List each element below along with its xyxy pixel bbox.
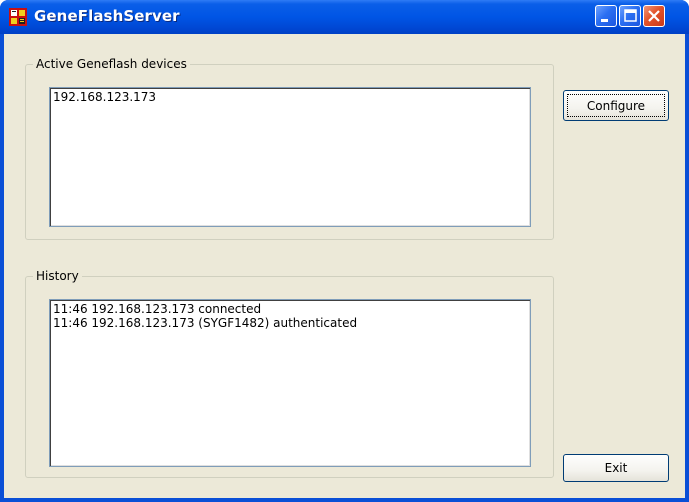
list-item[interactable]: 11:46 192.168.123.173 (SYGF1482) authent… — [53, 316, 527, 330]
close-button[interactable] — [643, 5, 665, 27]
maximize-icon — [624, 9, 637, 22]
app-icon — [9, 8, 27, 26]
active-devices-legend: Active Geneflash devices — [33, 57, 190, 71]
list-item[interactable]: 11:46 192.168.123.173 connected — [53, 302, 527, 316]
window-title: GeneFlashServer — [34, 7, 180, 25]
history-list[interactable]: 11:46 192.168.123.173 connected 11:46 19… — [49, 299, 531, 467]
configure-button-label: Configure — [567, 94, 665, 117]
minimize-button[interactable] — [595, 5, 617, 27]
configure-button[interactable]: Configure — [563, 90, 669, 121]
maximize-button[interactable] — [619, 5, 641, 27]
active-devices-group: Active Geneflash devices 192.168.123.173 — [25, 57, 554, 240]
list-item[interactable]: 192.168.123.173 — [53, 90, 527, 104]
minimize-icon — [601, 19, 608, 22]
close-icon — [648, 10, 660, 22]
main-window: GeneFlashServer Active Geneflash devices… — [0, 0, 689, 502]
client-area: Active Geneflash devices 192.168.123.173… — [4, 34, 685, 498]
active-devices-list[interactable]: 192.168.123.173 — [49, 87, 531, 227]
title-bar[interactable]: GeneFlashServer — [0, 0, 689, 34]
exit-button[interactable]: Exit — [563, 454, 669, 482]
history-legend: History — [33, 269, 82, 283]
history-group: History 11:46 192.168.123.173 connected … — [25, 269, 554, 478]
